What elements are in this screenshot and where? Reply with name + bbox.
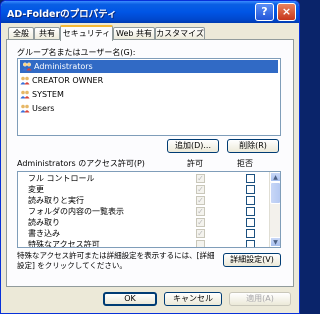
permission-name: 特殊なアクセス許可 (28, 240, 100, 248)
user-item-creator-owner[interactable]: CREATOR OWNER (18, 74, 280, 87)
scroll-thumb[interactable] (270, 182, 280, 204)
permission-name: 書き込み (28, 229, 60, 238)
allow-checkbox[interactable]: ✓ (196, 218, 205, 227)
user-group-icon (22, 62, 32, 71)
remove-button[interactable]: 削除(R) (227, 139, 279, 153)
deny-checkbox[interactable] (246, 240, 255, 247)
user-item-administrators[interactable]: Administrators (20, 60, 278, 73)
permission-name: フォルダの内容の一覧表示 (28, 207, 124, 216)
deny-checkbox[interactable] (246, 185, 255, 194)
user-list[interactable]: Administrators CREATOR OWNER SYSTEM User… (17, 58, 281, 136)
permission-row: フォルダの内容の一覧表示 ✓ (18, 206, 280, 217)
deny-checkbox[interactable] (246, 174, 255, 183)
scroll-down-icon[interactable]: ▼ (270, 237, 280, 247)
ok-button[interactable]: OK (103, 292, 157, 306)
group-or-user-label: グループ名またはユーザー名(G): (17, 48, 136, 57)
deny-checkbox[interactable] (246, 196, 255, 205)
allow-checkbox[interactable]: ✓ (196, 229, 205, 238)
apply-button[interactable]: 適用(A) (229, 292, 291, 306)
permission-row: 書き込み ✓ (18, 228, 280, 239)
user-label: Administrators (34, 62, 93, 71)
user-group-icon (20, 90, 30, 99)
permission-name: 読み取り (28, 218, 60, 227)
user-item-users[interactable]: Users (18, 102, 280, 115)
user-group-icon (20, 104, 30, 113)
deny-checkbox[interactable] (246, 207, 255, 216)
permissions-scrollbar[interactable]: ▲ ▼ (269, 172, 280, 247)
permission-row: 特殊なアクセス許可 (18, 239, 280, 248)
allow-checkbox[interactable]: ✓ (196, 174, 205, 183)
user-label: CREATOR OWNER (32, 76, 104, 85)
user-item-system[interactable]: SYSTEM (18, 88, 280, 101)
close-button[interactable]: × (277, 3, 296, 21)
help-button[interactable]: ? (255, 3, 274, 21)
permission-row: フル コントロール ✓ (18, 173, 280, 184)
deny-checkbox[interactable] (246, 218, 255, 227)
permission-row: 読み取りと実行 ✓ (18, 195, 280, 206)
allow-checkbox[interactable]: ✓ (196, 207, 205, 216)
window-title: AD-Folderのプロパティ (7, 9, 117, 20)
title-bar[interactable]: AD-Folderのプロパティ ? × (1, 1, 299, 23)
properties-dialog: AD-Folderのプロパティ ? × 全般 共有 セキュリティ Web 共有 … (0, 0, 300, 314)
permission-row: 読み取り ✓ (18, 217, 280, 228)
permission-row: 変更 ✓ (18, 184, 280, 195)
permission-name: フル コントロール (28, 174, 95, 183)
permission-name: 読み取りと実行 (28, 196, 84, 205)
permissions-label: Administrators のアクセス許可(P) (17, 159, 145, 168)
allow-header: 許可 (187, 159, 203, 168)
allow-checkbox[interactable]: ✓ (196, 185, 205, 194)
scroll-up-icon[interactable]: ▲ (270, 172, 280, 182)
advanced-note: 特殊なアクセス許可または詳細設定を表示するには、[詳細設定] をクリックしてくだ… (17, 251, 215, 270)
user-label: Users (32, 104, 55, 113)
add-button[interactable]: 追加(D)... (167, 139, 219, 153)
user-label: SYSTEM (32, 90, 64, 99)
deny-header: 拒否 (237, 159, 253, 168)
tab-security[interactable]: セキュリティ (60, 25, 113, 41)
deny-checkbox[interactable] (246, 229, 255, 238)
allow-checkbox[interactable] (196, 240, 205, 247)
allow-checkbox[interactable]: ✓ (196, 196, 205, 205)
permissions-table: フル コントロール ✓ 変更 ✓ 読み取りと実行 ✓ フォルダの内容の一覧表示 … (17, 171, 281, 248)
advanced-button[interactable]: 詳細設定(V) (223, 253, 281, 267)
user-group-icon (20, 76, 30, 85)
cancel-button[interactable]: キャンセル (164, 292, 222, 306)
permission-name: 変更 (28, 185, 44, 194)
